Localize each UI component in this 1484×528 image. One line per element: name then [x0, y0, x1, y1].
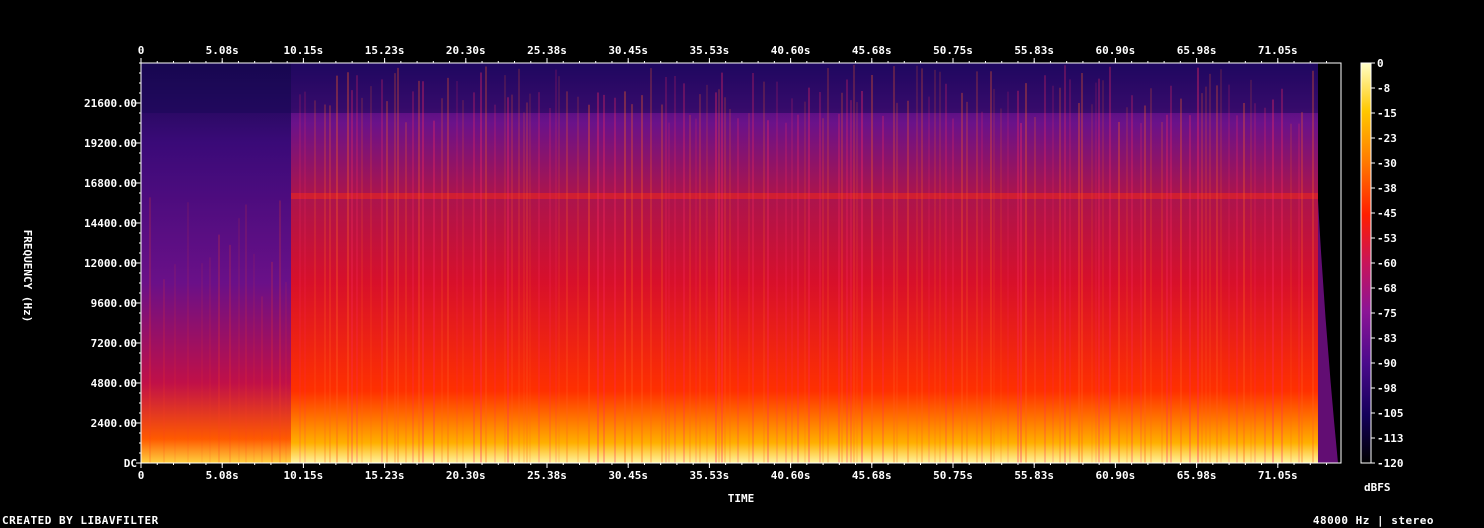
spectrogram-top-band	[141, 63, 1341, 113]
colorbar-tick-label: -38	[1377, 182, 1397, 195]
y-tick-label: 14400.00	[84, 217, 137, 230]
y-ticks: DC 2400.00 4800.00 7200.00 9600.00 12000.00 14…	[84, 62, 141, 470]
x-tick-label-bottom: 35.53s	[690, 469, 730, 482]
x-axis-label: TIME	[728, 492, 755, 505]
colorbar-ticks: 0 -8 -15 -23 -30 -38 -45 -53 -60 -68 -75 -83 -90 -98 -…	[1371, 57, 1404, 470]
y-axis-label: FREQUENCY (Hz)	[21, 230, 34, 323]
x-tick-label-bottom: 50.75s	[933, 469, 973, 482]
x-tick-label-top: 20.30s	[446, 44, 486, 57]
x-tick-label-bottom: 0	[138, 469, 145, 482]
x-tick-label-top: 0	[138, 44, 145, 57]
colorbar-tick-label: -90	[1377, 357, 1397, 370]
colorbar-tick-label: -75	[1377, 307, 1397, 320]
colorbar-tick-label: -30	[1377, 157, 1397, 170]
x-tick-label-bottom: 15.23s	[365, 469, 405, 482]
colorbar-tick-label: -53	[1377, 232, 1397, 245]
y-tick-label: 19200.00	[84, 137, 137, 150]
colorbar-tick-label: -113	[1377, 432, 1404, 445]
x-tick-label-top: 50.75s	[933, 44, 973, 57]
colorbar-tick-label: -8	[1377, 82, 1390, 95]
x-tick-label-bottom: 40.60s	[771, 469, 811, 482]
colorbar-tick-label: -60	[1377, 257, 1397, 270]
x-tick-label-bottom: 71.05s	[1258, 469, 1298, 482]
x-tick-label-top: 40.60s	[771, 44, 811, 57]
x-tick-label-top: 5.08s	[206, 44, 239, 57]
y-tick-label: 12000.00	[84, 257, 137, 270]
colorbar-tick-label: -45	[1377, 207, 1397, 220]
spectrogram-plot	[141, 63, 1341, 463]
colorbar-tick-label: -15	[1377, 107, 1397, 120]
spectrogram-base	[141, 63, 1341, 463]
x-ticks-top: 0 5.08s 10.15s 15.23s 20.30s 25.38s 30.45s 35.5…	[138, 44, 1328, 63]
y-tick-label: 4800.00	[91, 377, 137, 390]
colorbar	[1361, 63, 1371, 463]
y-tick-label: 21600.00	[84, 97, 137, 110]
colorbar-tick-label: -23	[1377, 132, 1397, 145]
y-tick-label: 2400.00	[91, 417, 137, 430]
x-tick-label-bottom: 45.68s	[852, 469, 892, 482]
x-tick-label-top: 25.38s	[527, 44, 567, 57]
x-tick-label-bottom: 10.15s	[284, 469, 324, 482]
colorbar-tick-label: -105	[1377, 407, 1404, 420]
colorbar-tick-label: -68	[1377, 282, 1397, 295]
x-tick-label-bottom: 65.98s	[1177, 469, 1217, 482]
x-tick-label-top: 45.68s	[852, 44, 892, 57]
x-tick-label-top: 30.45s	[608, 44, 648, 57]
x-tick-label-top: 71.05s	[1258, 44, 1298, 57]
colorbar-tick-label: -83	[1377, 332, 1397, 345]
x-tick-label-top: 35.53s	[690, 44, 730, 57]
colorbar-tick-label: -98	[1377, 382, 1397, 395]
x-tick-label-top: 65.98s	[1177, 44, 1217, 57]
spectrogram-chart: 0 5.08s 10.15s 15.23s 20.30s 25.38s 30.45s 35.5…	[21, 44, 1404, 505]
colorbar-tick-label: -120	[1377, 457, 1404, 470]
colorbar-label: dBFS	[1364, 481, 1391, 494]
x-tick-label-bottom: 5.08s	[206, 469, 239, 482]
x-tick-label-top: 15.23s	[365, 44, 405, 57]
colorbar-tick-label: 0	[1377, 57, 1384, 70]
y-tick-label: 16800.00	[84, 177, 137, 190]
y-tick-label: 9600.00	[91, 297, 137, 310]
x-tick-label-top: 10.15s	[284, 44, 324, 57]
footer-audio-info: 48000 Hz | stereo	[1312, 514, 1434, 527]
x-tick-label-bottom: 60.90s	[1096, 469, 1136, 482]
x-tick-label-bottom: 30.45s	[608, 469, 648, 482]
x-tick-label-bottom: 20.30s	[446, 469, 486, 482]
x-tick-label-bottom: 55.83s	[1014, 469, 1054, 482]
y-tick-label: 7200.00	[91, 337, 137, 350]
footer-credit: CREATED BY LIBAVFILTER	[2, 514, 159, 527]
y-tick-label: DC	[124, 457, 137, 470]
x-tick-label-top: 60.90s	[1096, 44, 1136, 57]
x-ticks-bottom: 0 5.08s 10.15s 15.23s 20.30s 25.38s 30.45s 35.5…	[138, 463, 1328, 482]
x-tick-label-top: 55.83s	[1014, 44, 1054, 57]
x-tick-label-bottom: 25.38s	[527, 469, 567, 482]
